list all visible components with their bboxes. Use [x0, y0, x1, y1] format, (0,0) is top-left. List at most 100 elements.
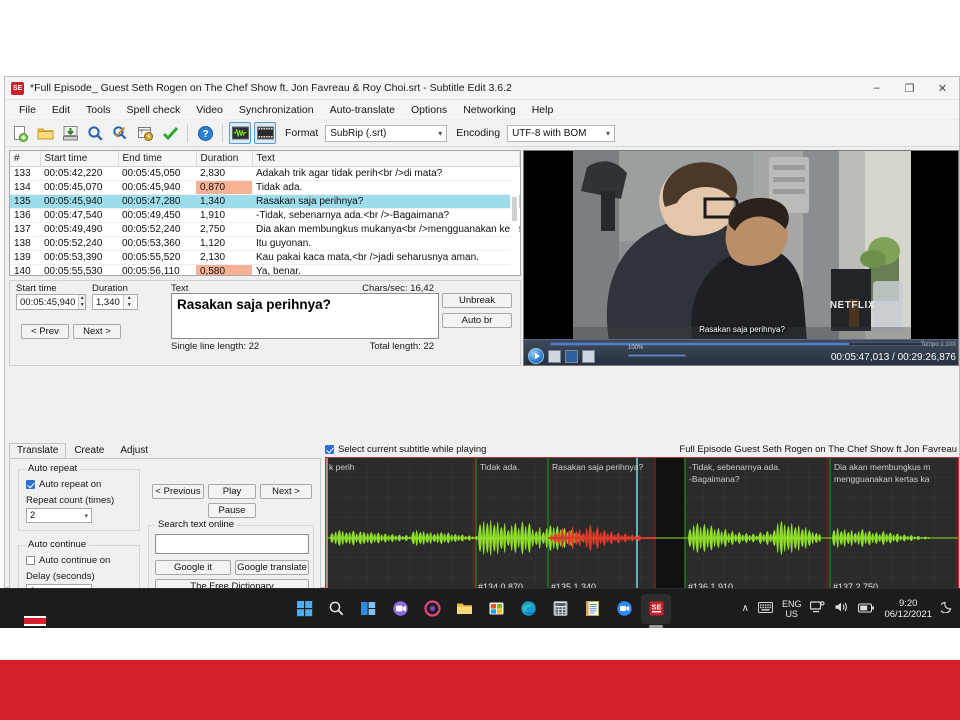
play-button[interactable]: Play: [208, 484, 256, 499]
network-icon[interactable]: [810, 600, 826, 618]
tray-chevron-icon[interactable]: ∧: [742, 604, 749, 614]
start-icon[interactable]: [289, 594, 319, 624]
video-seek-bar[interactable]: [550, 342, 934, 346]
auto-continue-checkbox-row[interactable]: Auto continue on: [26, 555, 110, 566]
menu-edit[interactable]: Edit: [44, 102, 78, 118]
table-row[interactable]: 137 00:05:49,490 00:05:52,240 2,750 Dia akan…: [10, 222, 520, 237]
replace-icon[interactable]: [109, 122, 131, 144]
menu-video[interactable]: Video: [188, 102, 231, 118]
tab-adjust[interactable]: Adjust: [112, 443, 156, 459]
zoom-app-icon[interactable]: [609, 594, 639, 624]
subtitle-list[interactable]: # Start time End time Duration Text 133 0…: [9, 150, 521, 276]
stop-icon[interactable]: [548, 349, 561, 363]
clock-time: 9:20: [898, 598, 918, 609]
spin-up-icon[interactable]: ▲: [79, 295, 85, 302]
search-icon[interactable]: [321, 594, 351, 624]
auto-repeat-checkbox-row[interactable]: Auto repeat on: [26, 479, 101, 490]
menu-help[interactable]: Help: [524, 102, 562, 118]
select-current-row[interactable]: Select current subtitle while playing: [325, 444, 486, 455]
menu-synchronization[interactable]: Synchronization: [231, 102, 322, 118]
find-icon[interactable]: [84, 122, 106, 144]
google-translate-button[interactable]: Google translate: [235, 560, 309, 575]
minimize-button[interactable]: –: [860, 77, 893, 100]
auto-continue-checkbox[interactable]: [26, 556, 35, 565]
list-scroll-thumb[interactable]: [512, 197, 517, 221]
next-button-2[interactable]: Next >: [260, 484, 312, 499]
netflix-watermark: NETFLIX: [829, 300, 875, 311]
new-file-icon[interactable]: [9, 122, 31, 144]
volume-icon[interactable]: [834, 600, 849, 618]
table-row[interactable]: 139 00:05:53,390 00:05:55,520 2,130 Kau paka…: [10, 250, 520, 265]
subtitle-edit-icon-taskbar[interactable]: SE: [641, 593, 671, 628]
auto-br-button[interactable]: Auto br: [442, 313, 512, 328]
microsoft-store-icon[interactable]: [481, 594, 511, 624]
google-it-button[interactable]: Google it: [155, 560, 231, 575]
maximize-button[interactable]: ❐: [893, 77, 926, 100]
keyboard-icon[interactable]: [757, 600, 773, 618]
next-button[interactable]: Next >: [73, 324, 121, 339]
video-player[interactable]: NETFLIX Rasakan saja perihnya? 100% Temp…: [523, 150, 959, 366]
fix-common-errors-icon[interactable]: [159, 122, 181, 144]
video-toggle-icon[interactable]: [254, 122, 276, 144]
menu-auto-translate[interactable]: Auto-translate: [322, 102, 403, 118]
list-scrollbar[interactable]: [510, 167, 519, 275]
subtitle-text-input[interactable]: Rasakan saja perihnya?: [171, 293, 439, 339]
spin-down-icon-2[interactable]: ▼: [124, 302, 135, 309]
menu-networking[interactable]: Networking: [455, 102, 524, 118]
teams-icon[interactable]: [385, 594, 415, 624]
pause-button[interactable]: Pause: [208, 503, 256, 518]
open-folder-icon[interactable]: [34, 122, 56, 144]
previous-button[interactable]: < Previous: [152, 484, 204, 499]
moon-icon[interactable]: [939, 600, 954, 618]
prev-button[interactable]: < Prev: [21, 324, 69, 339]
calculator-icon[interactable]: [545, 594, 575, 624]
menu-file[interactable]: File: [11, 102, 44, 118]
menu-spell-check[interactable]: Spell check: [119, 102, 189, 118]
edge-icon[interactable]: [513, 594, 543, 624]
file-explorer-icon[interactable]: [449, 594, 479, 624]
duration-spinner[interactable]: ▲ ▼: [122, 295, 135, 309]
help-icon[interactable]: ?: [194, 122, 216, 144]
auto-repeat-checkbox[interactable]: [26, 480, 35, 489]
cortana-icon[interactable]: [417, 594, 447, 624]
save-icon[interactable]: [59, 122, 81, 144]
column-header-number[interactable]: #: [10, 151, 41, 167]
column-header-start[interactable]: Start time: [40, 151, 119, 167]
start-time-spinner[interactable]: ▲ ▼: [78, 295, 85, 309]
table-row[interactable]: 134 00:05:45,070 00:05:45,940 0,870 Tidak ad…: [10, 180, 520, 195]
tab-create[interactable]: Create: [66, 443, 112, 459]
volume-slider[interactable]: [628, 354, 686, 357]
menu-options[interactable]: Options: [403, 102, 455, 118]
encoding-select[interactable]: UTF-8 with BOM ▾: [507, 124, 616, 142]
start-time-input[interactable]: 00:05:45,940 ▲ ▼: [16, 294, 86, 310]
language-indicator[interactable]: ENG US: [782, 599, 802, 619]
table-row[interactable]: 135 00:05:45,940 00:05:47,280 1,340 Rasakan …: [10, 194, 520, 209]
unbreak-button[interactable]: Unbreak: [442, 293, 512, 308]
play-icon[interactable]: [528, 348, 544, 364]
subtitle-toggle-icon[interactable]: [565, 349, 578, 363]
tab-translate[interactable]: Translate: [9, 443, 67, 459]
duration-input[interactable]: 1,340 ▲ ▼: [92, 294, 138, 310]
format-select[interactable]: SubRip (.srt) ▾: [325, 124, 448, 142]
repeat-count-select[interactable]: 2 ▾: [26, 508, 92, 523]
search-input[interactable]: [155, 534, 309, 554]
table-row[interactable]: 136 00:05:47,540 00:05:49,450 1,910 -Tidak, …: [10, 208, 520, 223]
sync-time-icon[interactable]: 7: [134, 122, 156, 144]
spin-down-icon[interactable]: ▼: [79, 302, 85, 309]
taskbar-clock[interactable]: 9:20 06/12/2021: [884, 598, 932, 620]
table-row[interactable]: 133 00:05:42,220 00:05:45,050 2,830 Adakah t…: [10, 166, 520, 181]
notepad-icon[interactable]: [577, 594, 607, 624]
fullscreen-icon[interactable]: [582, 349, 595, 363]
close-button[interactable]: ✕: [926, 77, 959, 100]
column-header-end[interactable]: End time: [118, 151, 197, 167]
table-row[interactable]: 138 00:05:52,240 00:05:53,360 1,120 Itu guyo…: [10, 236, 520, 251]
table-row[interactable]: 140 00:05:55,530 00:05:56,110 0,580 Ya, bena…: [10, 264, 520, 275]
select-current-checkbox[interactable]: [325, 445, 334, 454]
widgets-icon[interactable]: [353, 594, 383, 624]
column-header-text[interactable]: Text: [252, 151, 520, 167]
battery-icon[interactable]: [858, 600, 875, 618]
spin-up-icon-2[interactable]: ▲: [124, 295, 135, 302]
column-header-duration[interactable]: Duration: [196, 151, 253, 167]
menu-tools[interactable]: Tools: [78, 102, 119, 118]
waveform-toggle-icon[interactable]: [229, 122, 251, 144]
